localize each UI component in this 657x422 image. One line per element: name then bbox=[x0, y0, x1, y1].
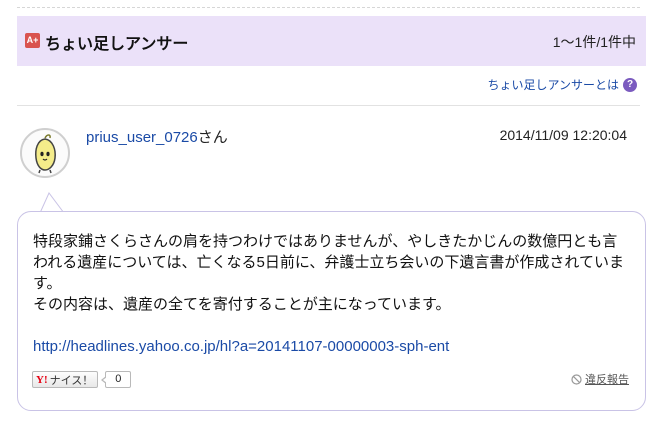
report-row: 違反報告 bbox=[571, 371, 629, 387]
username-link[interactable]: prius_user_0726 bbox=[86, 129, 198, 146]
nice-widget: Y! ナイス！ 0 bbox=[32, 371, 132, 388]
yahoo-logo-icon: Y! bbox=[36, 373, 48, 386]
question-circle-icon[interactable]: ? bbox=[623, 77, 637, 92]
section-divider bbox=[17, 105, 640, 106]
report-link[interactable]: 違反報告 bbox=[585, 371, 629, 387]
source-link[interactable]: http://headlines.yahoo.co.jp/hl?a=201411… bbox=[33, 336, 631, 357]
answerer: prius_user_0726さん bbox=[86, 126, 228, 147]
help-link[interactable]: ちょい足しアンサーとは bbox=[487, 76, 619, 93]
nice-label: ナイス！ bbox=[49, 374, 94, 387]
help-link-row: ちょい足しアンサーとは ? bbox=[487, 76, 637, 93]
speech-bubble-tail bbox=[39, 192, 65, 213]
bean-character-icon bbox=[35, 134, 56, 174]
answer-text-paragraph-1: 特段家鋪さくらさんの肩を持つわけではありませんが、やしきたかじんの数億円とも言わ… bbox=[33, 233, 624, 292]
avatar[interactable] bbox=[20, 128, 70, 178]
prohibited-icon bbox=[571, 373, 582, 385]
top-divider bbox=[17, 7, 640, 8]
nice-count: 0 bbox=[101, 371, 132, 388]
chotto-tashi-answer-icon: A+ bbox=[25, 33, 40, 48]
honorific: さん bbox=[197, 129, 228, 146]
nice-button[interactable]: Y! ナイス！ bbox=[32, 371, 99, 388]
answer-text-paragraph-2: その内容は、遺産の全てを寄付することが主になっています。 bbox=[33, 296, 451, 313]
section-header: A+ ちょい足しアンサー 1〜1件/1件中 bbox=[17, 16, 646, 66]
section-title: ちょい足しアンサー bbox=[45, 36, 189, 53]
answer-body: 特段家鋪さくらさんの肩を持つわけではありませんが、やしきたかじんの数億円とも言わ… bbox=[33, 231, 631, 357]
post-timestamp: 2014/11/09 12:20:04 bbox=[499, 127, 627, 143]
answer-bubble: 特段家鋪さくらさんの肩を持つわけではありませんが、やしきたかじんの数億円とも言わ… bbox=[17, 211, 646, 411]
result-count: 1〜1件/1件中 bbox=[552, 34, 636, 50]
answer-panel: A+ ちょい足しアンサー 1〜1件/1件中 ちょい足しアンサーとは ? priu… bbox=[0, 0, 657, 422]
